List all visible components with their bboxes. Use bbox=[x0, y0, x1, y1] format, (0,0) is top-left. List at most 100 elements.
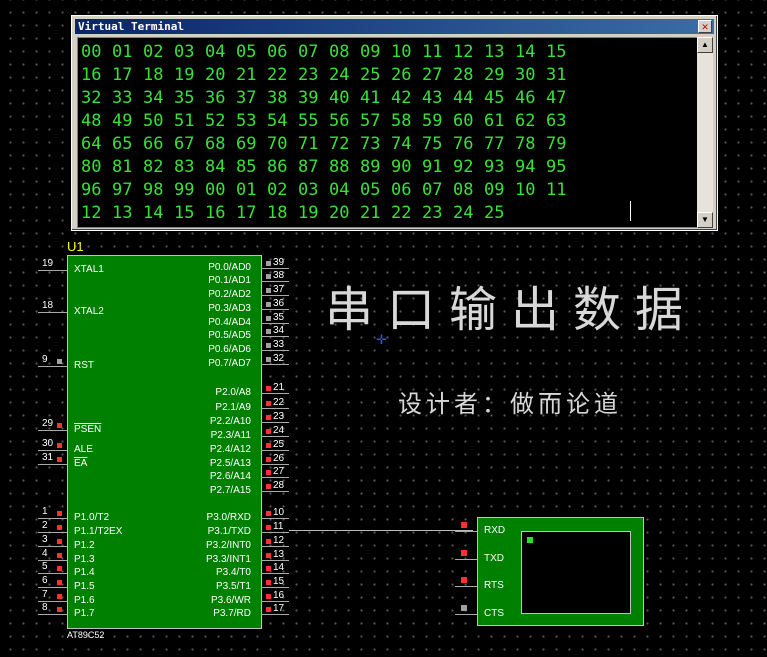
vertical-scrollbar[interactable]: ▲ ▼ bbox=[697, 37, 713, 228]
pin-number: 31 bbox=[42, 452, 54, 463]
terminal-value: 07 bbox=[422, 180, 443, 200]
pin-line[interactable] bbox=[261, 560, 289, 561]
device-pin-label: RXD bbox=[484, 525, 506, 536]
pin-line[interactable] bbox=[261, 532, 289, 533]
pin-label: P1.3 bbox=[74, 554, 95, 565]
serial-wire[interactable] bbox=[289, 530, 473, 531]
terminal-value: 29 bbox=[484, 65, 505, 85]
terminal-value: 02 bbox=[267, 180, 288, 200]
pin-line[interactable] bbox=[261, 464, 289, 465]
pin-line[interactable] bbox=[261, 309, 289, 310]
pin-line[interactable] bbox=[261, 491, 289, 492]
pin-line[interactable] bbox=[261, 436, 289, 437]
terminal-value: 61 bbox=[484, 111, 505, 131]
terminal-value: 17 bbox=[112, 65, 133, 85]
pin-number: 14 bbox=[273, 562, 285, 573]
terminal-value: 51 bbox=[174, 111, 195, 131]
pin-line[interactable] bbox=[261, 422, 289, 423]
pin-line[interactable] bbox=[38, 518, 67, 519]
terminal-value: 59 bbox=[422, 111, 443, 131]
pin-dot bbox=[266, 580, 271, 585]
pin-line[interactable] bbox=[261, 518, 289, 519]
pin-line[interactable] bbox=[38, 546, 67, 547]
terminal-value: 65 bbox=[112, 134, 133, 154]
terminal-output[interactable]: 00 01 02 03 04 05 06 07 08 09 10 11 12 13 14 15 16 17 18 19… bbox=[77, 37, 699, 228]
terminal-value: 98 bbox=[143, 180, 164, 200]
terminal-value: 91 bbox=[422, 157, 443, 177]
pin-label: P3.6/WR bbox=[210, 595, 251, 606]
pin-dot bbox=[57, 594, 62, 599]
pin-number: 35 bbox=[273, 312, 285, 323]
terminal-value: 16 bbox=[205, 203, 226, 223]
terminal-value: 27 bbox=[422, 65, 443, 85]
terminal-value: 52 bbox=[205, 111, 226, 131]
pin-line[interactable] bbox=[261, 364, 289, 365]
terminal-value: 24 bbox=[329, 65, 350, 85]
pin-number: 10 bbox=[273, 507, 285, 518]
device-pin-dot bbox=[461, 605, 467, 611]
terminal-value: 30 bbox=[515, 65, 536, 85]
pin-dot bbox=[57, 443, 62, 448]
pin-line[interactable] bbox=[261, 477, 289, 478]
pin-line[interactable] bbox=[261, 546, 289, 547]
device-pin-line[interactable] bbox=[455, 614, 477, 615]
pin-line[interactable] bbox=[261, 268, 289, 269]
terminal-value: 01 bbox=[112, 42, 133, 62]
terminal-value: 35 bbox=[174, 88, 195, 108]
pin-line[interactable] bbox=[261, 281, 289, 282]
pin-line[interactable] bbox=[261, 601, 289, 602]
pin-label: P2.1/A9 bbox=[215, 402, 251, 413]
scroll-up-icon[interactable]: ▲ bbox=[697, 37, 713, 53]
pin-line[interactable] bbox=[38, 532, 67, 533]
pin-label: P2.7/A15 bbox=[209, 485, 251, 496]
pin-line[interactable] bbox=[38, 450, 67, 451]
terminal-value: 18 bbox=[267, 203, 288, 223]
pin-line[interactable] bbox=[261, 408, 289, 409]
pin-label: P1.1/T2EX bbox=[74, 526, 123, 537]
terminal-value: 74 bbox=[391, 134, 412, 154]
terminal-value: 53 bbox=[236, 111, 257, 131]
terminal-value: 22 bbox=[391, 203, 412, 223]
pin-line[interactable] bbox=[261, 587, 289, 588]
device-pin-line[interactable] bbox=[455, 531, 477, 532]
author-text: 设计者：做而论道 bbox=[398, 390, 622, 418]
device-pin-line[interactable] bbox=[455, 559, 477, 560]
pin-line[interactable] bbox=[261, 573, 289, 574]
pin-line[interactable] bbox=[38, 312, 67, 313]
pin-line[interactable] bbox=[38, 587, 67, 588]
pin-dot bbox=[57, 607, 62, 612]
pin-line[interactable] bbox=[261, 336, 289, 337]
pin-label: P2.6/A14 bbox=[209, 471, 251, 482]
terminal-value: 55 bbox=[298, 111, 319, 131]
close-icon[interactable]: ✕ bbox=[698, 20, 712, 33]
pin-line[interactable] bbox=[261, 393, 289, 394]
pin-dot bbox=[57, 423, 62, 428]
pin-line[interactable] bbox=[261, 350, 289, 351]
pin-line[interactable] bbox=[261, 614, 289, 615]
pin-line[interactable] bbox=[38, 464, 67, 465]
pin-line[interactable] bbox=[261, 450, 289, 451]
pin-line[interactable] bbox=[38, 430, 67, 431]
pin-line[interactable] bbox=[38, 614, 67, 615]
terminal-value: 03 bbox=[298, 180, 319, 200]
window-title-bar[interactable]: Virtual Terminal ✕ bbox=[75, 19, 714, 34]
pin-label: P0.7/AD7 bbox=[208, 358, 251, 369]
pin-line[interactable] bbox=[261, 295, 289, 296]
terminal-value: 12 bbox=[81, 203, 102, 223]
pin-line[interactable] bbox=[261, 323, 289, 324]
pin-dot bbox=[57, 511, 62, 516]
pin-line[interactable] bbox=[38, 366, 67, 367]
terminal-value: 71 bbox=[298, 134, 319, 154]
pin-dot bbox=[57, 566, 62, 571]
pin-line[interactable] bbox=[38, 270, 67, 271]
device-pin-line[interactable] bbox=[455, 586, 477, 587]
pin-dot bbox=[266, 261, 271, 266]
scroll-down-icon[interactable]: ▼ bbox=[697, 212, 713, 228]
pin-number: 8 bbox=[42, 602, 48, 613]
terminal-value: 62 bbox=[515, 111, 536, 131]
terminal-value: 26 bbox=[391, 65, 412, 85]
pin-line[interactable] bbox=[38, 573, 67, 574]
pin-number: 21 bbox=[273, 382, 285, 393]
pin-label: P2.4/A12 bbox=[209, 444, 251, 455]
pin-label: XTAL2 bbox=[74, 306, 104, 317]
